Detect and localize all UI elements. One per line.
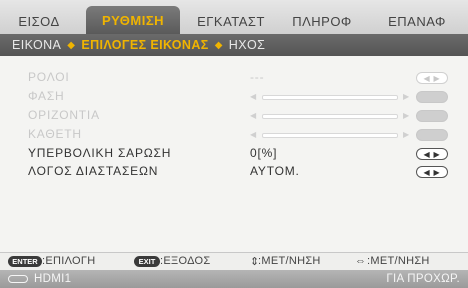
menu-row-vertical[interactable]: ΚΑΘΕΤΗ ◀ ▶: [28, 127, 448, 144]
status-hint: ΓΙΑ ΠΡΟΧΩΡ.: [386, 273, 460, 285]
help-bar: ENTER :ΕΠΙΛΟΓΗ EXIT :ΕΞΟΔΟΣ ⇕ :ΜΕΤ/ΝΗΣΗ …: [0, 253, 468, 270]
phase-slider[interactable]: ◀ ▶: [250, 92, 410, 101]
value-box: [416, 110, 448, 122]
slider-track: [262, 114, 398, 119]
row-label: ΡΟΛΟΙ: [28, 70, 70, 84]
help-move-horizontal-text: :ΜΕΤ/ΝΗΣΗ: [367, 255, 430, 267]
arrow-left-icon: ◀: [250, 92, 257, 101]
exit-key-icon: EXIT: [134, 256, 160, 267]
help-move-vertical-text: :ΜΕΤ/ΝΗΣΗ: [258, 255, 321, 267]
vertical-slider[interactable]: ◀ ▶: [250, 130, 410, 139]
value-box: [416, 129, 448, 141]
tab-reset[interactable]: ΕΠΑΝΑΦ: [372, 8, 462, 34]
menu-row-phase[interactable]: ΦΑΣΗ ◀ ▶: [28, 89, 448, 106]
slider-track: [262, 95, 398, 100]
leftright-arrows-icon: ⇔: [355, 255, 367, 267]
subtab-image-options[interactable]: ΕΠΙΛΟΓΕΣ ΕΙΚΟΝΑΣ: [81, 38, 208, 52]
enter-key-icon: ENTER: [8, 256, 42, 267]
left-right-arrows-icon[interactable]: ◀ ▶: [416, 148, 448, 160]
horizontal-slider[interactable]: ◀ ▶: [250, 111, 410, 120]
diamond-separator-icon: ◆: [214, 39, 223, 51]
row-value: 0[%]: [250, 146, 278, 160]
row-value: ---: [250, 70, 265, 84]
tab-info[interactable]: ΠΛΗΡΟΦ: [280, 8, 364, 34]
help-enter-text: :ΕΠΙΛΟΓΗ: [42, 255, 96, 267]
row-value: ΑΥΤΟΜ.: [250, 164, 300, 178]
input-source-label: HDMI1: [34, 273, 72, 285]
submenu-bar: ΕΙΚΟΝΑ ◆ ΕΠΙΛΟΓΕΣ ΕΙΚΟΝΑΣ ◆ ΗΧΟΣ: [0, 34, 468, 56]
row-label: ΦΑΣΗ: [28, 89, 65, 103]
subtab-picture[interactable]: ΕΙΚΟΝΑ: [12, 38, 61, 52]
row-label: ΛΟΓΟΣ ΔΙΑΣΤΑΣΕΩΝ: [28, 164, 159, 178]
value-box: [416, 91, 448, 103]
row-label: ΚΑΘΕΤΗ: [28, 127, 82, 141]
diamond-separator-icon: ◆: [67, 39, 76, 51]
subtab-audio[interactable]: ΗΧΟΣ: [229, 38, 265, 52]
hdmi-connector-icon: [8, 275, 28, 283]
row-label: ΟΡΙΖΟΝΤΙΑ: [28, 108, 100, 122]
left-right-arrows-icon: ◀ ▶: [416, 72, 448, 84]
slider-track: [262, 133, 398, 138]
row-label: ΥΠΕΡΒΟΛΙΚΗ ΣΑΡΩΣΗ: [28, 146, 172, 160]
menu-row-clock[interactable]: ΡΟΛΟΙ --- ◀ ▶: [28, 70, 448, 87]
status-bar: HDMI1 ΓΙΑ ΠΡΟΧΩΡ.: [0, 270, 468, 288]
tab-setup[interactable]: ΡΥΘΜΙΣΗ: [86, 6, 180, 34]
arrow-right-icon: ▶: [403, 111, 410, 120]
left-right-arrows-icon[interactable]: ◀ ▶: [416, 166, 448, 178]
help-exit-text: :ΕΞΟΔΟΣ: [160, 255, 211, 267]
arrow-left-icon: ◀: [250, 111, 257, 120]
menu-row-horizontal[interactable]: ΟΡΙΖΟΝΤΙΑ ◀ ▶: [28, 108, 448, 125]
menu-tab-bar: ΕΙΣΟΔ ΡΥΘΜΙΣΗ ΕΓΚΑΤΑΣΤ ΠΛΗΡΟΦ ΕΠΑΝΑΦ: [0, 0, 468, 35]
arrow-right-icon: ▶: [403, 130, 410, 139]
arrow-left-icon: ◀: [250, 130, 257, 139]
tab-input[interactable]: ΕΙΣΟΔ: [8, 8, 70, 34]
tab-installation[interactable]: ΕΓΚΑΤΑΣΤ: [184, 8, 278, 34]
arrow-right-icon: ▶: [403, 92, 410, 101]
projector-osd-menu: ΕΙΣΟΔ ΡΥΘΜΙΣΗ ΕΓΚΑΤΑΣΤ ΠΛΗΡΟΦ ΕΠΑΝΑΦ ΕΙΚ…: [0, 0, 468, 288]
menu-row-aspect-ratio[interactable]: ΛΟΓΟΣ ΔΙΑΣΤΑΣΕΩΝ ΑΥΤΟΜ. ◀ ▶: [28, 164, 448, 181]
menu-row-overscan[interactable]: ΥΠΕΡΒΟΛΙΚΗ ΣΑΡΩΣΗ 0[%] ◀ ▶: [28, 146, 448, 163]
